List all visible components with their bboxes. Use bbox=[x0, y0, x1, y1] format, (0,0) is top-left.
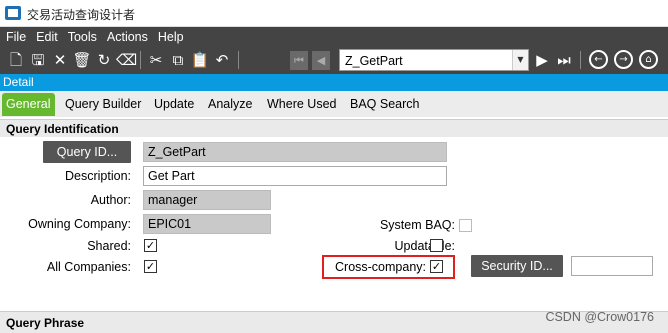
forward-icon[interactable]: → bbox=[614, 50, 633, 69]
query-combo-value: Z_GetPart bbox=[345, 54, 403, 68]
system-baq-checkbox bbox=[459, 219, 472, 232]
chevron-down-icon[interactable]: ▼ bbox=[512, 50, 528, 70]
toolbar-separator bbox=[140, 51, 141, 69]
copy-icon[interactable]: ⧉ bbox=[168, 49, 188, 71]
paste-icon[interactable]: 📋 bbox=[190, 49, 210, 71]
delete-icon[interactable]: ✕ bbox=[50, 49, 70, 71]
detail-label: Detail bbox=[3, 75, 34, 89]
query-id-field: Z_GetPart bbox=[143, 142, 447, 162]
tab-where-used[interactable]: Where Used bbox=[267, 97, 336, 111]
general-panel: Query Identification Query ID... Z_GetPa… bbox=[0, 117, 668, 333]
cross-company-checkbox[interactable]: ✓ bbox=[430, 260, 443, 273]
menu-edit[interactable]: Edit bbox=[36, 30, 58, 44]
watermark: CSDN @Crow0176 bbox=[545, 310, 654, 324]
app-icon bbox=[5, 6, 21, 20]
description-field[interactable]: Get Part bbox=[143, 166, 447, 186]
undo-icon[interactable]: ↶ bbox=[212, 49, 232, 71]
toolbar: 🗋 🖫 ✕ 🗑 ↻ ⌫ ✂ ⧉ 📋 ↶ ⏮ ◀ Z_GetPart ▼ ▶ ⏭ … bbox=[6, 49, 666, 73]
clear-icon[interactable]: ⌫ bbox=[116, 49, 137, 71]
menu-toolbar-area: File Edit Tools Actions Help 🗋 🖫 ✕ 🗑 ↻ ⌫… bbox=[0, 27, 668, 74]
menu-bar: File Edit Tools Actions Help bbox=[6, 30, 184, 44]
security-id-button[interactable]: Security ID... bbox=[471, 255, 563, 277]
shared-checkbox[interactable]: ✓ bbox=[144, 239, 157, 252]
cross-company-label: Cross-company: bbox=[335, 260, 426, 274]
last-record-icon[interactable]: ⏭ bbox=[554, 49, 574, 71]
first-record-icon[interactable]: ⏮ bbox=[290, 51, 308, 70]
system-baq-label: System BAQ: bbox=[379, 218, 455, 232]
security-id-field[interactable] bbox=[571, 256, 653, 276]
previous-record-icon[interactable]: ◀ bbox=[312, 51, 330, 70]
window-title-bar: 交易活动查询设计者 bbox=[0, 0, 668, 27]
menu-file[interactable]: File bbox=[6, 30, 26, 44]
owning-company-label: Owning Company: bbox=[28, 217, 131, 231]
home-icon[interactable]: ⌂ bbox=[639, 50, 658, 69]
author-label: Author: bbox=[90, 193, 131, 207]
detail-bar: Detail bbox=[0, 74, 668, 91]
window-title: 交易活动查询设计者 bbox=[27, 8, 136, 22]
all-companies-checkbox[interactable]: ✓ bbox=[144, 260, 157, 273]
refresh-icon[interactable]: ↻ bbox=[94, 49, 114, 71]
description-label: Description: bbox=[65, 169, 131, 183]
cut-icon[interactable]: ✂ bbox=[146, 49, 166, 71]
author-field: manager bbox=[143, 190, 271, 210]
tab-query-builder[interactable]: Query Builder bbox=[65, 97, 141, 111]
menu-help[interactable]: Help bbox=[158, 30, 184, 44]
query-identification-header: Query Identification bbox=[0, 119, 668, 137]
shared-label: Shared: bbox=[87, 239, 131, 253]
toolbar-separator bbox=[238, 51, 239, 69]
toolbar-separator bbox=[580, 51, 581, 69]
tab-general[interactable]: General bbox=[2, 93, 55, 116]
tab-analyze[interactable]: Analyze bbox=[208, 97, 252, 111]
query-id-button[interactable]: Query ID... bbox=[43, 141, 131, 163]
tab-baq-search[interactable]: BAQ Search bbox=[350, 97, 419, 111]
tab-strip: General Query Builder Update Analyze Whe… bbox=[0, 91, 668, 117]
back-icon[interactable]: ← bbox=[589, 50, 608, 69]
updatable-checkbox[interactable] bbox=[430, 239, 443, 252]
query-combo[interactable]: Z_GetPart ▼ bbox=[339, 49, 529, 71]
all-companies-label: All Companies: bbox=[46, 260, 131, 274]
menu-tools[interactable]: Tools bbox=[68, 30, 97, 44]
new-icon[interactable]: 🗋 bbox=[6, 49, 26, 71]
next-record-icon[interactable]: ▶ bbox=[532, 49, 552, 71]
menu-actions[interactable]: Actions bbox=[107, 30, 148, 44]
tab-update[interactable]: Update bbox=[154, 97, 194, 111]
trash-icon[interactable]: 🗑 bbox=[72, 49, 92, 71]
owning-company-field: EPIC01 bbox=[143, 214, 271, 234]
save-icon[interactable]: 🖫 bbox=[28, 49, 48, 71]
